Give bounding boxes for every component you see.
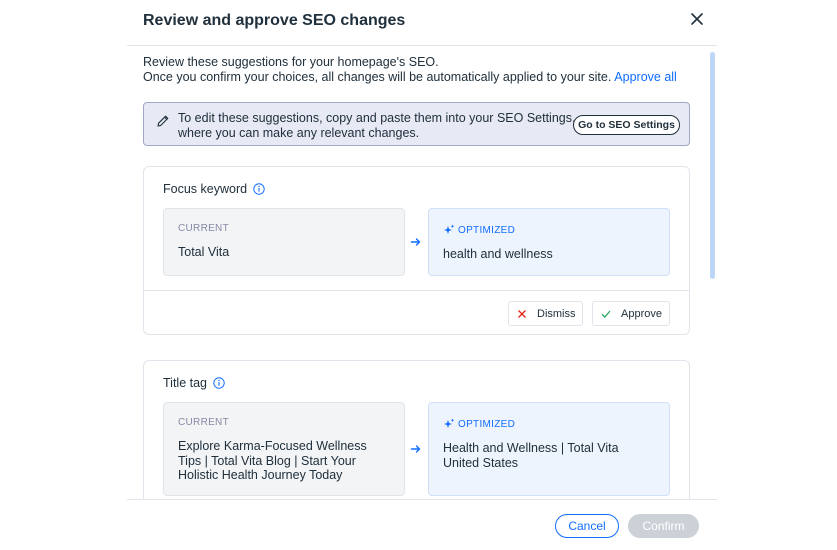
approve-button[interactable]: Approve [592,301,670,326]
intro-line-2: Once you confirm your choices, all chang… [143,70,677,84]
optimized-label: OPTIMIZED [443,418,515,430]
seo-settings-banner: To edit these suggestions, copy and past… [143,102,690,146]
arrow-right-icon [410,238,421,246]
checkmark-icon [601,310,611,318]
intro-line-1: Review these suggestions for your homepa… [143,55,439,69]
sparkle-icon [444,418,455,428]
dismiss-button[interactable]: Dismiss [508,301,583,326]
optimized-value: Health and Wellness | Total Vita United … [443,441,619,470]
scrollbar-thumb[interactable] [710,52,715,279]
approve-all-link[interactable]: Approve all [614,70,677,84]
go-to-seo-settings-button[interactable]: Go to SEO Settings [573,115,680,135]
card-title: Focus keyword [163,182,265,196]
current-label: CURRENT [178,417,229,428]
info-icon[interactable] [253,183,265,195]
approve-label: Approve [621,307,662,320]
intro-text: Review these suggestions for your homepa… [143,55,703,85]
modal-content: Review these suggestions for your homepa… [127,46,717,499]
sparkle-icon [444,224,455,234]
info-icon[interactable] [213,377,225,389]
card-title-label: Focus keyword [163,182,248,196]
current-value-box: CURRENT Total Vita [163,208,405,276]
optimized-label: OPTIMIZED [443,224,515,236]
arrow-right-icon [410,445,421,453]
close-icon [518,309,526,318]
card-title-label: Title tag [163,376,208,390]
optimized-value: health and wellness [443,247,553,261]
card-divider [144,290,689,291]
title-tag-card: Title tag CURRENT Explore Karma-Focused … [143,360,690,499]
optimized-value-box: OPTIMIZED Health and Wellness | Total Vi… [428,402,670,496]
focus-keyword-card: Focus keyword CURRENT Total Vita OPTIMIZ… [143,166,690,335]
footer-divider [127,499,717,500]
cancel-button[interactable]: Cancel [555,514,619,538]
pencil-icon [157,115,169,127]
dismiss-label: Dismiss [537,307,576,320]
card-title: Title tag [163,376,225,390]
banner-text: To edit these suggestions, copy and past… [178,111,576,140]
optimized-value-box: OPTIMIZED health and wellness [428,208,670,276]
current-value-box: CURRENT Explore Karma-Focused Wellness T… [163,402,405,496]
current-label: CURRENT [178,223,229,234]
close-icon[interactable] [688,10,706,28]
current-value: Explore Karma-Focused Wellness Tips | To… [178,439,367,482]
current-value: Total Vita [178,245,230,259]
confirm-button[interactable]: Confirm [628,514,699,538]
modal-title: Review and approve SEO changes [143,12,406,29]
